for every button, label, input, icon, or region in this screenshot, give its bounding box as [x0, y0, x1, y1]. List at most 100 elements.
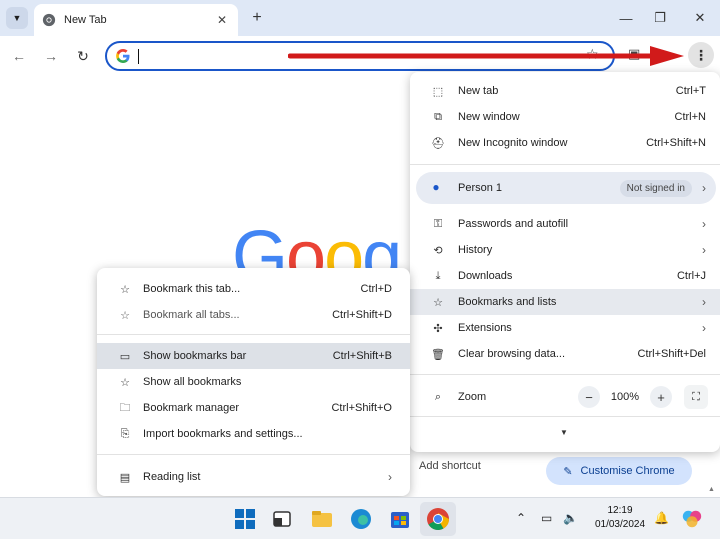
close-window-button[interactable]: ✕ [688, 7, 712, 29]
chrome-icon [427, 508, 449, 530]
chevron-right-icon: › [702, 217, 706, 231]
menu-item-incognito[interactable]: ⛑ New Incognito window Ctrl+Shift+N [410, 130, 720, 156]
tab-new-tab[interactable]: New Tab ✕ [34, 4, 238, 36]
new-tab-button[interactable]: + [247, 8, 267, 28]
reading-list-icon: ▤ [119, 471, 131, 484]
chrome-menu-button[interactable]: ⋮ [688, 42, 714, 68]
three-dots-vertical-icon: ⋮ [694, 46, 708, 63]
submenu-item-label: Bookmark this tab... [143, 283, 241, 295]
plus-icon: + [252, 9, 262, 26]
annotation-arrow [288, 46, 684, 66]
forward-button[interactable]: → [40, 45, 62, 67]
chrome-taskbar-button[interactable] [420, 502, 456, 536]
menu-item-label: Downloads [458, 270, 513, 282]
submenu-item-bookmark-manager[interactable]: 🗀 Bookmark manager Ctrl+Shift+O [97, 395, 410, 421]
submenu-item-reading-list[interactable]: ▤ Reading list › [97, 464, 410, 490]
menu-item-label: New window [458, 111, 520, 123]
network-icon[interactable]: ▭ [541, 511, 552, 525]
incognito-icon: ⛑ [431, 137, 445, 150]
clock-time: 12:19 [607, 505, 633, 516]
reload-button[interactable]: ↻ [72, 45, 94, 67]
download-icon: ⤓ [435, 269, 441, 282]
menu-item-downloads[interactable]: ⤓ Downloads Ctrl+J [410, 263, 720, 289]
menu-item-extensions[interactable]: ✣ Extensions › [410, 315, 720, 341]
store-icon[interactable] [388, 507, 412, 531]
zoom-label: Zoom [458, 391, 487, 403]
text-caret [138, 49, 139, 64]
star-icon: ☆ [120, 376, 130, 389]
menu-divider [97, 334, 410, 335]
tab-strip: ▼ New Tab ✕ + — ❐ ✕ [0, 0, 720, 36]
tab-title: New Tab [64, 14, 107, 26]
close-tab-icon[interactable]: ✕ [214, 12, 230, 28]
restore-button[interactable]: ❐ [648, 7, 672, 29]
import-icon: ⎘ [120, 427, 130, 440]
bookmarks-submenu: ☆ Bookmark this tab... Ctrl+D ☆ Bookmark… [97, 268, 410, 496]
fullscreen-button[interactable]: ⛶ [684, 385, 708, 409]
tray-overflow-chevron-icon[interactable]: ⌃ [516, 511, 526, 525]
more-items-caret-icon[interactable]: ▼ [560, 428, 568, 437]
file-explorer-icon[interactable] [310, 507, 334, 531]
windows-start-icon[interactable] [233, 507, 257, 531]
menu-item-label: Passwords and autofill [458, 218, 569, 230]
menu-divider [97, 454, 410, 455]
bookmarks-bar-icon: ▭ [119, 350, 131, 363]
menu-item-shortcut: Ctrl+J [676, 270, 706, 282]
chevron-right-icon: › [702, 295, 706, 309]
arrow-right-icon: → [44, 48, 58, 64]
menu-item-clear-data[interactable]: 🗑 Clear browsing data... Ctrl+Shift+Del [410, 341, 720, 367]
tab-search-button[interactable]: ▼ [6, 7, 28, 29]
chevron-right-icon: › [388, 470, 392, 484]
menu-item-shortcut: Ctrl+Shift+Del [637, 348, 706, 360]
submenu-item-label: Bookmark manager [143, 402, 239, 414]
restore-icon: ❐ [654, 10, 666, 25]
submenu-item-import-bookmarks[interactable]: ⎘ Import bookmarks and settings... [97, 421, 410, 447]
submenu-item-shortcut: Ctrl+Shift+O [331, 402, 392, 414]
add-shortcut-link[interactable]: Add shortcut [419, 460, 481, 472]
arrow-left-icon: ← [12, 48, 26, 64]
submenu-item-bookmark-tab[interactable]: ☆ Bookmark this tab... Ctrl+D [97, 276, 410, 302]
submenu-item-show-all-bookmarks[interactable]: ☆ Show all bookmarks [97, 369, 410, 395]
chevron-down-icon: ▼ [12, 13, 22, 23]
menu-item-history[interactable]: ⟲ History › [410, 237, 720, 263]
taskbar-clock[interactable]: 12:19 01/03/2024 [590, 504, 650, 532]
chevron-right-icon: › [702, 321, 706, 335]
star-icon: ☆ [120, 283, 130, 296]
chevron-right-icon: › [702, 243, 706, 257]
folder-icon: 🗀 [119, 401, 131, 414]
menu-item-new-window[interactable]: ⧉ New window Ctrl+N [410, 104, 720, 130]
back-button[interactable]: ← [8, 45, 30, 67]
notification-bell-icon[interactable]: 🔔 [654, 511, 669, 525]
minimize-button[interactable]: — [614, 7, 638, 29]
submenu-item-show-bookmarks-bar[interactable]: ▭ Show bookmarks bar Ctrl+Shift+B [97, 343, 410, 369]
customise-chrome-button[interactable]: ✎ Customise Chrome [546, 457, 692, 485]
submenu-item-bookmark-all-tabs[interactable]: ☆ Bookmark all tabs... Ctrl+Shift+D [97, 302, 410, 328]
reload-icon: ↻ [77, 47, 89, 64]
menu-item-new-tab[interactable]: ⬚ New tab Ctrl+T [410, 78, 720, 104]
chrome-main-menu: ⬚ New tab Ctrl+T ⧉ New window Ctrl+N ⛑ N… [410, 72, 720, 452]
menu-item-person[interactable]: ● Person 1 Not signed in › [416, 172, 716, 204]
menu-item-passwords[interactable]: ⚿ Passwords and autofill › [410, 211, 720, 237]
clock-date: 01/03/2024 [594, 519, 646, 530]
new-tab-icon: ⬚ [432, 85, 444, 98]
copilot-icon[interactable] [681, 508, 703, 530]
zoom-row: ⌕ Zoom − 100% + ⛶ [410, 380, 720, 414]
zoom-out-button[interactable]: − [578, 386, 600, 408]
menu-item-label: Extensions [458, 322, 512, 334]
new-window-icon: ⧉ [434, 110, 442, 123]
menu-item-bookmarks[interactable]: ☆ Bookmarks and lists › [410, 289, 720, 315]
edge-icon[interactable] [349, 507, 373, 531]
submenu-item-label: Show bookmarks bar [143, 350, 247, 362]
menu-divider [410, 416, 720, 417]
scroll-up-arrow-icon[interactable]: ▲ [708, 486, 715, 493]
pencil-icon: ✎ [563, 465, 573, 478]
menu-item-label: New Incognito window [458, 137, 568, 149]
volume-icon[interactable]: 🔈 [563, 511, 578, 525]
menu-item-shortcut: Ctrl+T [675, 85, 706, 97]
taskbar: ⌃ ▭ 🔈 12:19 01/03/2024 🔔 [0, 497, 720, 539]
person-icon: ● [432, 180, 440, 194]
zoom-in-button[interactable]: + [650, 386, 672, 408]
sign-in-status-badge: Not signed in [619, 179, 692, 197]
task-view-icon[interactable] [270, 507, 294, 531]
fullscreen-icon: ⛶ [692, 390, 700, 403]
